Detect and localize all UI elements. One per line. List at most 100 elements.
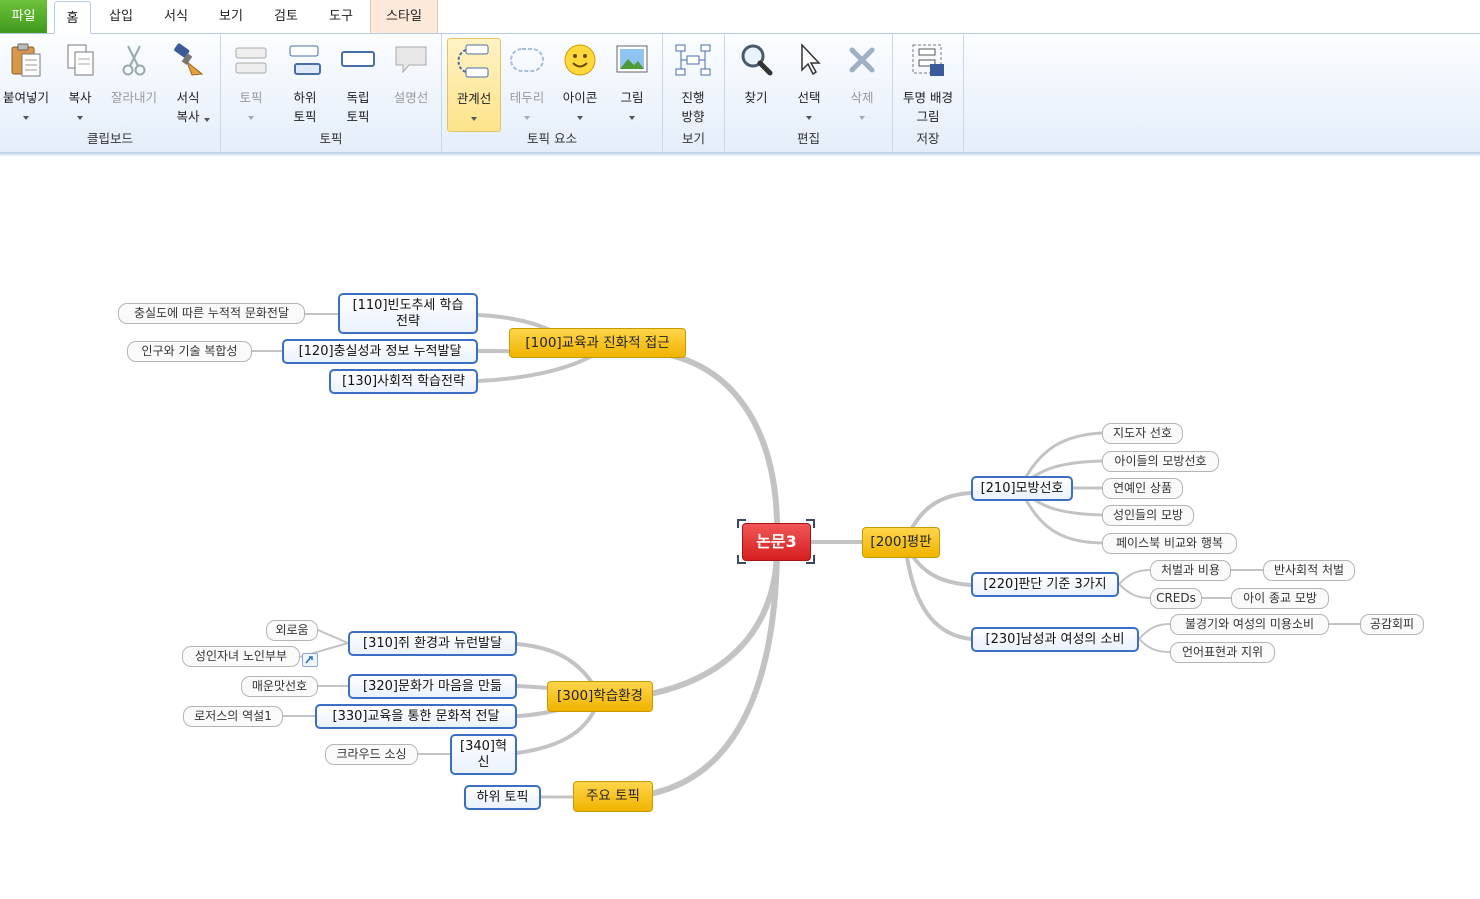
group-save: 투명 배경 그림 저장 bbox=[893, 34, 964, 152]
image-label: 그림 bbox=[620, 90, 644, 105]
group-label-save: 저장 bbox=[916, 131, 940, 146]
subtopic-130[interactable]: [130]사회적 학습전략 bbox=[329, 369, 478, 394]
tab-insert[interactable]: 삽입 bbox=[103, 0, 139, 33]
transparent-image-button[interactable]: 투명 배경 그림 bbox=[902, 38, 954, 130]
selection-handle[interactable] bbox=[737, 519, 746, 528]
delete-button[interactable]: 삭제 bbox=[836, 38, 888, 130]
leaf-232[interactable]: 언어표현과 지위 bbox=[1170, 642, 1275, 663]
transparent-image-label: 투명 배경 그림 bbox=[903, 90, 953, 124]
leaf-310-couples[interactable]: 성인자녀 노인부부 bbox=[182, 646, 300, 667]
floating-topic-icon bbox=[341, 51, 375, 67]
group-label-clipboard: 클립보드 bbox=[86, 131, 133, 146]
subtopic-230[interactable]: [230]남성과 여성의 소비 bbox=[971, 627, 1139, 652]
leaf-222[interactable]: CREDs bbox=[1150, 588, 1202, 609]
tab-review[interactable]: 검토 bbox=[268, 0, 304, 33]
subtopic-placeholder[interactable]: 하위 토픽 bbox=[464, 785, 541, 810]
find-button[interactable]: 찾기 bbox=[730, 38, 782, 130]
picture-icon bbox=[616, 45, 648, 73]
icon-button[interactable]: 아이콘 bbox=[554, 38, 606, 130]
chevron-down-icon bbox=[629, 116, 635, 120]
format-painter-button[interactable]: 서식 복사 bbox=[162, 38, 214, 130]
delete-x-icon bbox=[849, 47, 875, 73]
copy-icon bbox=[67, 44, 94, 76]
tab-style[interactable]: 스타일 bbox=[370, 0, 438, 33]
mindmap-canvas[interactable]: 논문3 [100]교육과 진화적 접근 [200]평판 [300]학습환경 주요… bbox=[0, 157, 1480, 899]
relationship-button[interactable]: 관계선 bbox=[447, 38, 501, 132]
leaf-213[interactable]: 연예인 상품 bbox=[1102, 478, 1183, 499]
tab-home[interactable]: 홈 bbox=[54, 1, 91, 34]
callout-button[interactable]: 설명선 bbox=[385, 38, 437, 130]
chevron-down-icon bbox=[806, 116, 812, 120]
central-topic-label: 논문3 bbox=[756, 532, 797, 551]
group-label-edit: 편집 bbox=[796, 131, 820, 146]
leaf-212[interactable]: 아이들의 모방선호 bbox=[1102, 451, 1219, 472]
central-topic[interactable]: 논문3 bbox=[742, 523, 811, 561]
topic-300[interactable]: [300]학습환경 bbox=[547, 681, 653, 712]
image-button[interactable]: 그림 bbox=[606, 38, 658, 130]
chevron-down-icon bbox=[859, 116, 865, 120]
chevron-down-icon bbox=[77, 116, 83, 120]
tab-view[interactable]: 보기 bbox=[213, 0, 249, 33]
group-clipboard: 붙여넣기 복사 잘라내기 서식 복사 클립보드 bbox=[0, 34, 221, 152]
selection-handle[interactable] bbox=[806, 519, 815, 528]
floating-topic-button[interactable]: 독립 토픽 bbox=[332, 38, 384, 130]
group-topic-elements: 관계선 테두리 아이콘 그림 토픽 요소 bbox=[442, 34, 663, 152]
boundary-button[interactable]: 테두리 bbox=[501, 38, 553, 130]
leaf-330[interactable]: 로저스의 역설1 bbox=[183, 706, 283, 727]
group-view: 진행 방향 보기 bbox=[663, 34, 725, 152]
main-topic-placeholder[interactable]: 주요 토픽 bbox=[573, 781, 653, 812]
transparent-image-icon bbox=[912, 44, 944, 76]
delete-label: 삭제 bbox=[850, 90, 874, 105]
paste-button[interactable]: 붙여넣기 bbox=[0, 38, 52, 130]
leaf-320[interactable]: 매운맛선호 bbox=[241, 676, 318, 697]
topic-100[interactable]: [100]교육과 진화적 접근 bbox=[509, 328, 686, 358]
leaf-214[interactable]: 성인들의 모방 bbox=[1102, 505, 1194, 526]
leaf-222b[interactable]: 아이 종교 모방 bbox=[1231, 588, 1329, 609]
tab-file[interactable]: 파일 bbox=[0, 0, 47, 33]
group-label-view: 보기 bbox=[681, 131, 705, 146]
callout-icon bbox=[395, 46, 427, 74]
subtopic-button[interactable]: 하위 토픽 bbox=[279, 38, 331, 130]
copy-button[interactable]: 복사 bbox=[54, 38, 106, 130]
leaf-221[interactable]: 처벌과 비용 bbox=[1150, 560, 1231, 581]
leaf-340[interactable]: 크라우드 소싱 bbox=[325, 744, 418, 765]
subtopic-320[interactable]: [320]문화가 마음을 만듦 bbox=[348, 674, 517, 699]
subtopic-110[interactable]: [110]빈도추세 학습 전략 bbox=[338, 293, 478, 334]
leaf-215[interactable]: 페이스북 비교와 행복 bbox=[1102, 533, 1237, 554]
leaf-310-loneliness[interactable]: 외로움 bbox=[266, 620, 318, 641]
attachment-icon[interactable] bbox=[302, 653, 318, 667]
ribbon-tab-bar: 파일 홈 삽입 서식 보기 검토 도구 스타일 bbox=[0, 0, 1480, 34]
subtopic-icon bbox=[289, 45, 321, 75]
leaf-110[interactable]: 충실도에 따른 누적적 문화전달 bbox=[118, 303, 305, 324]
leaf-120[interactable]: 인구와 기술 복합성 bbox=[127, 341, 252, 362]
group-edit: 찾기 선택 삭제 편집 bbox=[725, 34, 893, 152]
select-button[interactable]: 선택 bbox=[783, 38, 835, 130]
magnifier-icon bbox=[741, 44, 773, 76]
topic-200[interactable]: [200]평판 bbox=[862, 527, 940, 558]
chevron-down-icon bbox=[204, 118, 210, 122]
group-label-topic-elements: 토픽 요소 bbox=[527, 131, 577, 146]
topic-button[interactable]: 토픽 bbox=[225, 38, 277, 130]
selection-handle[interactable] bbox=[806, 555, 815, 564]
leaf-231[interactable]: 불경기와 여성의 미용소비 bbox=[1170, 614, 1329, 635]
subtopic-310[interactable]: [310]쥐 환경과 뉴런발달 bbox=[348, 631, 517, 656]
leaf-231b[interactable]: 공감회피 bbox=[1360, 614, 1424, 635]
subtopic-330[interactable]: [330]교육을 통한 문화적 전달 bbox=[315, 704, 517, 729]
cursor-arrow-icon bbox=[801, 43, 821, 76]
chevron-down-icon bbox=[23, 116, 29, 120]
leaf-211[interactable]: 지도자 선호 bbox=[1102, 423, 1183, 444]
layout-direction-button[interactable]: 진행 방향 bbox=[667, 38, 719, 130]
subtopic-120[interactable]: [120]충실성과 정보 누적발달 bbox=[282, 339, 478, 364]
chevron-down-icon bbox=[471, 117, 477, 121]
topic-icon bbox=[235, 47, 267, 74]
callout-label: 설명선 bbox=[393, 90, 429, 105]
subtopic-220[interactable]: [220]판단 기준 3가지 bbox=[971, 572, 1119, 597]
cut-button[interactable]: 잘라내기 bbox=[108, 38, 160, 130]
format-painter-label: 서식 복사 bbox=[176, 90, 200, 124]
subtopic-340[interactable]: [340]혁 신 bbox=[450, 734, 517, 775]
tab-format[interactable]: 서식 bbox=[158, 0, 194, 33]
subtopic-210[interactable]: [210]모방선호 bbox=[971, 476, 1073, 501]
selection-handle[interactable] bbox=[737, 555, 746, 564]
leaf-221b[interactable]: 반사회적 처벌 bbox=[1263, 560, 1355, 581]
tab-tools[interactable]: 도구 bbox=[323, 0, 359, 33]
